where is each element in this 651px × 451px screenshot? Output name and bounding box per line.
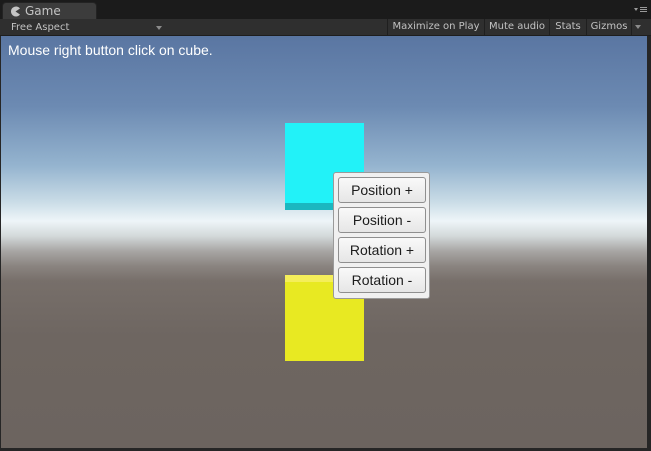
gizmos-toggle[interactable]: Gizmos bbox=[586, 19, 631, 35]
tab-game[interactable]: Game bbox=[2, 2, 97, 19]
mute-audio-toggle[interactable]: Mute audio bbox=[484, 19, 549, 35]
tab-bar: Game bbox=[0, 0, 651, 19]
maximize-on-play-toggle[interactable]: Maximize on Play bbox=[387, 19, 484, 35]
aspect-dropdown[interactable]: Free Aspect bbox=[4, 20, 166, 35]
gizmos-dropdown[interactable] bbox=[631, 19, 644, 35]
pacman-icon bbox=[11, 6, 20, 17]
stats-toggle[interactable]: Stats bbox=[549, 19, 586, 35]
position-plus-button[interactable]: Position + bbox=[338, 177, 426, 203]
instruction-text: Mouse right button click on cube. bbox=[8, 42, 213, 58]
aspect-label: Free Aspect bbox=[11, 22, 70, 33]
game-window: Game Free Aspect Maximize on Play Mute a… bbox=[0, 0, 651, 451]
window-menu-icon[interactable] bbox=[634, 5, 648, 17]
rotation-minus-button[interactable]: Rotation - bbox=[338, 267, 426, 293]
tab-label: Game bbox=[25, 4, 61, 18]
chevron-down-icon bbox=[156, 26, 162, 30]
cube-context-menu: Position + Position - Rotation + Rotatio… bbox=[333, 172, 430, 299]
rotation-plus-button[interactable]: Rotation + bbox=[338, 237, 426, 263]
position-minus-button[interactable]: Position - bbox=[338, 207, 426, 233]
game-viewport[interactable]: Mouse right button click on cube. Positi… bbox=[1, 36, 647, 448]
game-toolbar: Free Aspect Maximize on Play Mute audio … bbox=[0, 19, 651, 36]
